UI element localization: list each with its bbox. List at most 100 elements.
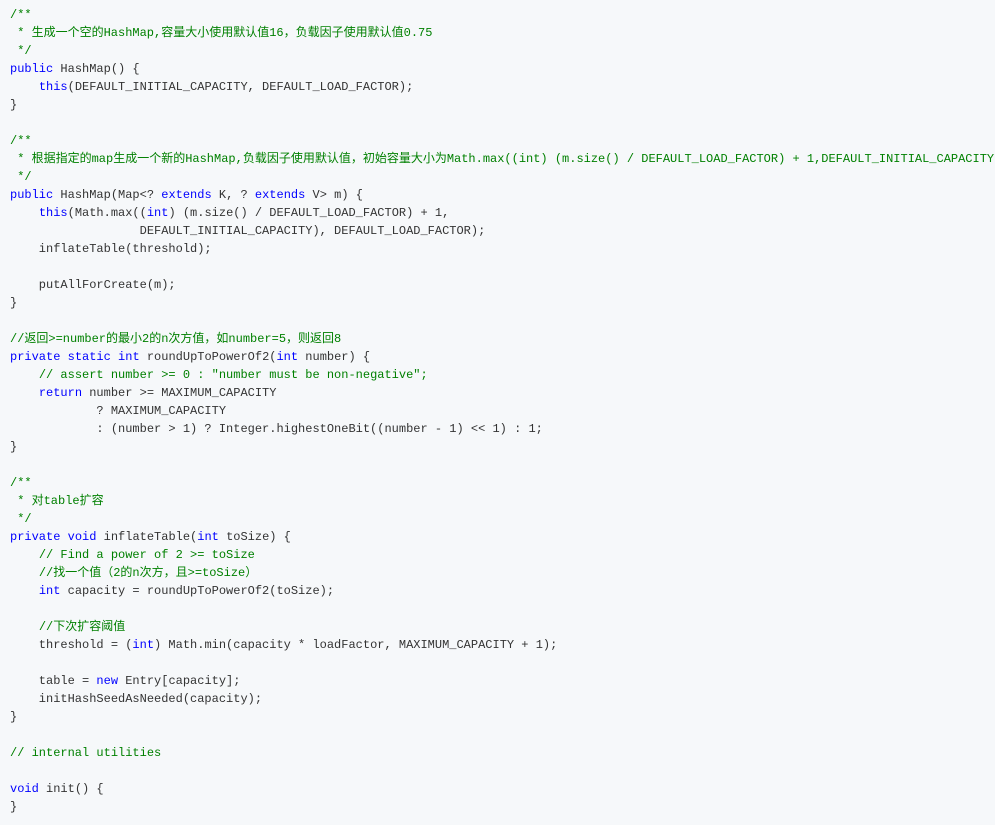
- code-line: */: [10, 168, 985, 186]
- code-token: [10, 206, 39, 220]
- code-token: DEFAULT_INITIAL_CAPACITY), DEFAULT_LOAD_…: [10, 224, 485, 238]
- code-token: inflateTable(: [96, 530, 197, 544]
- code-token: ) (m.size() / DEFAULT_LOAD_FACTOR) + 1,: [168, 206, 449, 220]
- code-line: DEFAULT_INITIAL_CAPACITY), DEFAULT_LOAD_…: [10, 222, 985, 240]
- code-token: Entry[capacity];: [118, 674, 240, 688]
- code-token: /**: [10, 134, 32, 148]
- code-line: private void inflateTable(int toSize) {: [10, 528, 985, 546]
- code-token: }: [10, 296, 17, 310]
- code-token: [10, 80, 39, 94]
- code-token: void: [10, 782, 39, 796]
- code-line: // assert number >= 0 : "number must be …: [10, 366, 985, 384]
- code-token: int: [147, 206, 169, 220]
- code-line: }: [10, 96, 985, 114]
- code-line: : (number > 1) ? Integer.highestOneBit((…: [10, 420, 985, 438]
- code-token: [10, 566, 39, 580]
- code-line: this(DEFAULT_INITIAL_CAPACITY, DEFAULT_L…: [10, 78, 985, 96]
- code-line: int capacity = roundUpToPowerOf2(toSize)…: [10, 582, 985, 600]
- code-token: int: [118, 350, 140, 364]
- code-line: }: [10, 294, 985, 312]
- code-token: ) Math.min(capacity * loadFactor, MAXIMU…: [154, 638, 557, 652]
- code-line: threshold = (int) Math.min(capacity * lo…: [10, 636, 985, 654]
- code-line: }: [10, 708, 985, 726]
- code-token: toSize) {: [219, 530, 291, 544]
- code-token: V> m) {: [305, 188, 363, 202]
- code-token: [60, 530, 67, 544]
- code-token: }: [10, 800, 17, 814]
- code-token: inflateTable(threshold);: [10, 242, 212, 256]
- code-line: return number >= MAXIMUM_CAPACITY: [10, 384, 985, 402]
- code-line: //返回>=number的最小2的n次方值，如number=5，则返回8: [10, 330, 985, 348]
- code-line: [10, 654, 985, 672]
- code-token: [10, 386, 39, 400]
- code-line: * 对table扩容: [10, 492, 985, 510]
- code-token: int: [276, 350, 298, 364]
- code-line: initHashSeedAsNeeded(capacity);: [10, 690, 985, 708]
- code-token: // Find a power of 2 >= toSize: [39, 548, 255, 562]
- code-token: this: [39, 80, 68, 94]
- code-token: public: [10, 62, 53, 76]
- code-token: threshold = (: [10, 638, 132, 652]
- code-line: private static int roundUpToPowerOf2(int…: [10, 348, 985, 366]
- code-token: * 对table扩容: [10, 494, 104, 508]
- code-token: : (number > 1) ? Integer.highestOneBit((…: [10, 422, 543, 436]
- code-line: //下次扩容阈值: [10, 618, 985, 636]
- code-token: roundUpToPowerOf2(: [140, 350, 277, 364]
- code-token: initHashSeedAsNeeded(capacity);: [10, 692, 262, 706]
- code-token: extends: [161, 188, 211, 202]
- code-token: * 根据指定的map生成一个新的HashMap,负载因子使用默认值，初始容量大小…: [10, 152, 995, 166]
- code-token: putAllForCreate(m);: [10, 278, 176, 292]
- code-token: [60, 350, 67, 364]
- code-token: // assert number >= 0 : "number must be …: [39, 368, 428, 382]
- code-line: [10, 600, 985, 618]
- code-line: [10, 258, 985, 276]
- code-token: */: [10, 170, 32, 184]
- code-token: capacity = roundUpToPowerOf2(toSize);: [60, 584, 334, 598]
- code-token: K, ?: [212, 188, 255, 202]
- code-token: (DEFAULT_INITIAL_CAPACITY, DEFAULT_LOAD_…: [68, 80, 414, 94]
- code-line: [10, 312, 985, 330]
- code-token: [10, 548, 39, 562]
- code-line: //找一个值（2的n次方，且>=toSize）: [10, 564, 985, 582]
- code-token: private: [10, 530, 60, 544]
- code-token: [111, 350, 118, 364]
- code-token: [10, 620, 39, 634]
- code-token: */: [10, 44, 32, 58]
- code-line: public HashMap() {: [10, 60, 985, 78]
- code-line: // Find a power of 2 >= toSize: [10, 546, 985, 564]
- code-line: */: [10, 42, 985, 60]
- code-token: /**: [10, 476, 32, 490]
- code-token: //找一个值（2的n次方，且>=toSize）: [39, 566, 257, 580]
- code-token: * 生成一个空的HashMap,容量大小使用默认值16，负载因子使用默认值0.7…: [10, 26, 432, 40]
- code-line: [10, 726, 985, 744]
- code-line: /**: [10, 474, 985, 492]
- code-line: /**: [10, 132, 985, 150]
- code-line: // internal utilities: [10, 744, 985, 762]
- code-token: number) {: [298, 350, 370, 364]
- code-token: }: [10, 98, 17, 112]
- code-token: this: [39, 206, 68, 220]
- code-token: number >= MAXIMUM_CAPACITY: [82, 386, 276, 400]
- code-line: [10, 114, 985, 132]
- code-line: */: [10, 510, 985, 528]
- code-token: [10, 584, 39, 598]
- code-token: return: [39, 386, 82, 400]
- code-block: /** * 生成一个空的HashMap,容量大小使用默认值16，负载因子使用默认…: [0, 0, 995, 822]
- code-token: HashMap(Map<?: [53, 188, 161, 202]
- code-token: init() {: [39, 782, 104, 796]
- code-token: extends: [255, 188, 305, 202]
- code-token: ? MAXIMUM_CAPACITY: [10, 404, 226, 418]
- code-token: int: [39, 584, 61, 598]
- code-line: inflateTable(threshold);: [10, 240, 985, 258]
- code-token: // internal utilities: [10, 746, 161, 760]
- code-token: */: [10, 512, 32, 526]
- code-line: void init() {: [10, 780, 985, 798]
- code-line: ? MAXIMUM_CAPACITY: [10, 402, 985, 420]
- code-line: [10, 456, 985, 474]
- code-token: }: [10, 710, 17, 724]
- code-line: }: [10, 798, 985, 816]
- code-token: new: [96, 674, 118, 688]
- code-line: public HashMap(Map<? extends K, ? extend…: [10, 186, 985, 204]
- code-line: [10, 762, 985, 780]
- code-token: /**: [10, 8, 32, 22]
